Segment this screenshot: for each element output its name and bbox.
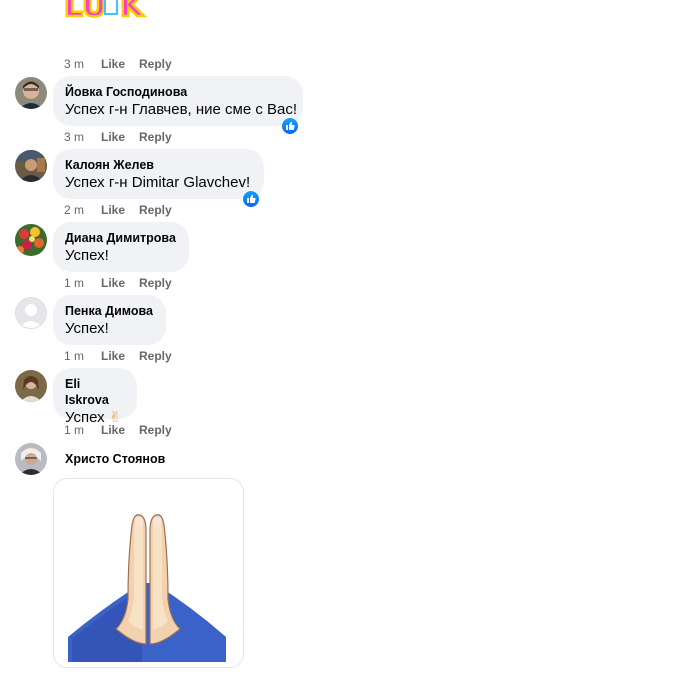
comment-author[interactable]: Калоян Желев: [65, 157, 252, 173]
comment-text: Успех!: [65, 247, 109, 264]
like-link[interactable]: Like: [101, 349, 139, 363]
comment-time[interactable]: 2 m: [64, 203, 101, 217]
praying-hands-icon: [68, 514, 226, 662]
comment-bubble: Йовка Господинова Успех г-н Главчев, ние…: [53, 76, 303, 126]
thumbs-up-icon: [247, 194, 256, 203]
comment-actions: 3 m Like Reply: [64, 130, 172, 144]
avatar[interactable]: [15, 443, 47, 475]
comment-time[interactable]: 1 m: [64, 423, 101, 437]
comment-author[interactable]: Eli Iskrova: [65, 376, 125, 408]
comment-author[interactable]: Пенка Димова: [65, 303, 154, 319]
comment-actions: 1 m Like Reply: [64, 276, 172, 290]
reply-link[interactable]: Reply: [139, 423, 172, 437]
like-link[interactable]: Like: [101, 276, 139, 290]
comment-time[interactable]: 3 m: [64, 130, 101, 144]
comment-author[interactable]: Диана Димитрова: [65, 230, 177, 246]
reply-link[interactable]: Reply: [139, 349, 172, 363]
svg-text:K: K: [120, 0, 145, 24]
comment-actions: 3 m Like Reply: [64, 57, 172, 71]
comment-author[interactable]: Христо Стоянов: [65, 452, 165, 466]
like-link[interactable]: Like: [101, 57, 139, 71]
comment-actions: 1 m Like Reply: [64, 423, 172, 437]
comment-actions: 1 m Like Reply: [64, 349, 172, 363]
like-link[interactable]: Like: [101, 130, 139, 144]
avatar[interactable]: [15, 370, 47, 402]
svg-text:LU: LU: [64, 0, 106, 24]
reaction-badge[interactable]: [281, 117, 299, 135]
luck-sticker: LU K: [63, 0, 146, 25]
reply-link[interactable]: Reply: [139, 130, 172, 144]
avatar[interactable]: [15, 224, 47, 256]
comment-author[interactable]: Йовка Господинова: [65, 84, 291, 100]
comment-time[interactable]: 3 m: [64, 57, 101, 71]
comment-text-prefix: Успех г-н: [65, 174, 132, 191]
praying-hands-sticker[interactable]: [53, 478, 244, 668]
reaction-badge[interactable]: [242, 190, 260, 208]
comment-text: Успех!: [65, 320, 109, 337]
mention-link[interactable]: Dimitar Glavchev: [132, 174, 246, 191]
comment-bubble: Диана Димитрова Успех!: [53, 222, 189, 272]
thumbs-up-icon: [286, 121, 295, 130]
default-avatar[interactable]: [15, 297, 47, 329]
avatar[interactable]: [15, 150, 47, 182]
comment-time[interactable]: 1 m: [64, 276, 101, 290]
comment-actions: 2 m Like Reply: [64, 203, 172, 217]
comment-text-suffix: !: [245, 174, 251, 191]
comment-text: Успех г-н Главчев, ние сме с Вас!: [65, 101, 298, 118]
comment-bubble: Eli Iskrova Успех ✌: [53, 368, 137, 426]
comment-bubble: Пенка Димова Успех!: [53, 295, 166, 345]
comment-text: Успех г-н Dimitar Glavchev!: [65, 173, 252, 193]
like-link[interactable]: Like: [101, 203, 139, 217]
comment-time[interactable]: 1 m: [64, 349, 101, 363]
comment-bubble: Калоян Желев Успех г-н Dimitar Glavchev!: [53, 149, 264, 199]
like-link[interactable]: Like: [101, 423, 139, 437]
reply-link[interactable]: Reply: [139, 57, 172, 71]
reply-link[interactable]: Reply: [139, 203, 172, 217]
avatar[interactable]: [15, 77, 47, 109]
reply-link[interactable]: Reply: [139, 276, 172, 290]
